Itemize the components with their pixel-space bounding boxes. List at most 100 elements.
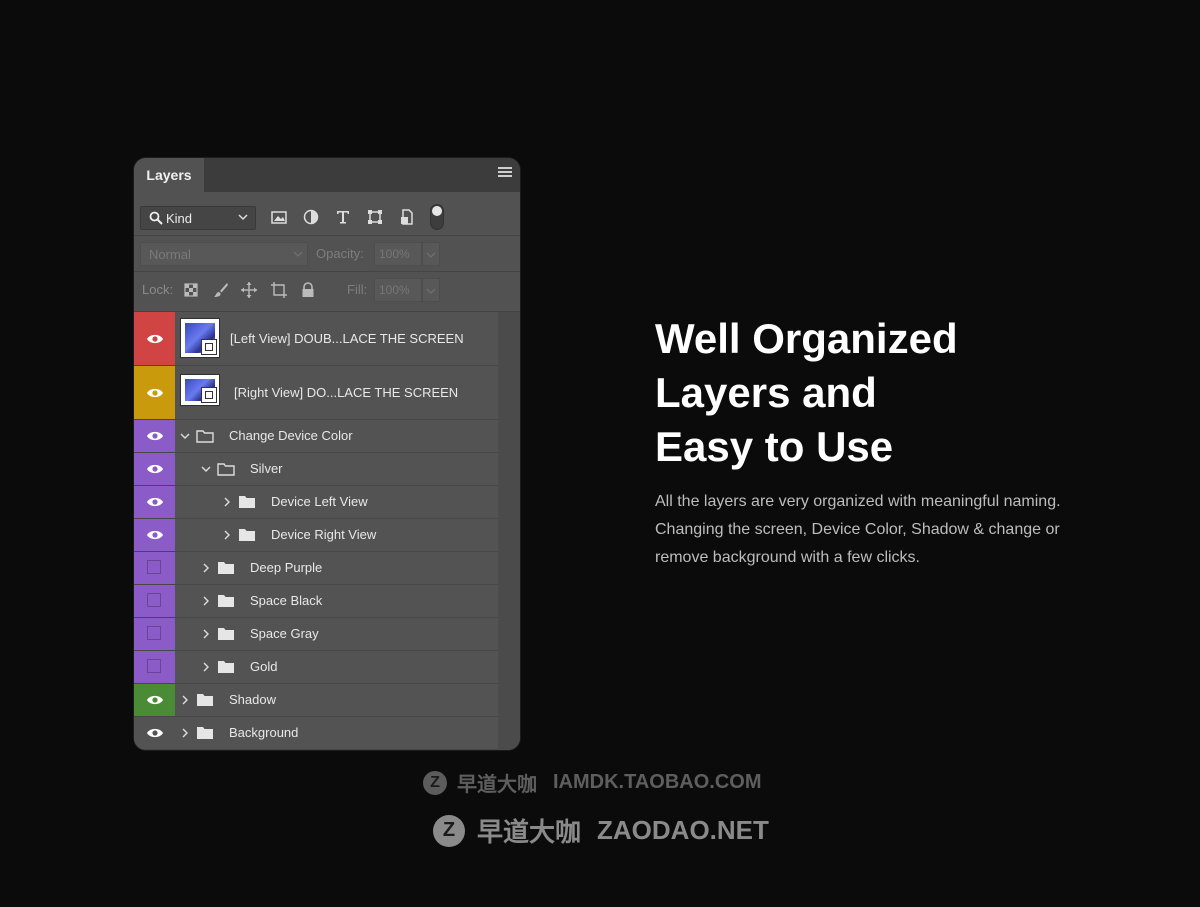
chevron-right-icon[interactable] xyxy=(180,728,190,738)
folder-icon xyxy=(218,628,234,640)
filter-pixel-icon[interactable] xyxy=(270,208,288,226)
visibility-toggle[interactable] xyxy=(134,486,175,518)
visibility-toggle[interactable] xyxy=(134,618,175,650)
layer-row-device-left-view[interactable]: Device Left View xyxy=(134,486,498,519)
watermark-logo-icon: Z xyxy=(423,770,447,795)
layer-name: Space Gray xyxy=(250,626,319,641)
filter-kind-select[interactable]: Kind xyxy=(140,206,256,230)
visibility-toggle[interactable] xyxy=(134,585,175,617)
filter-toggle-switch[interactable] xyxy=(430,204,444,230)
visibility-toggle[interactable] xyxy=(134,717,175,749)
layer-row-background[interactable]: Background xyxy=(134,717,498,750)
lock-all-padlock-icon[interactable] xyxy=(299,281,317,299)
layer-name: Silver xyxy=(250,461,283,476)
chevron-right-icon[interactable] xyxy=(222,497,232,507)
layer-row-shadow[interactable]: Shadow xyxy=(134,684,498,717)
chevron-down-icon[interactable] xyxy=(201,464,211,474)
chevron-down-icon xyxy=(426,288,436,294)
chevron-right-icon[interactable] xyxy=(201,596,211,606)
folder-icon xyxy=(197,694,213,706)
opacity-dropdown[interactable] xyxy=(422,242,440,266)
folder-icon xyxy=(218,562,234,574)
eye-icon xyxy=(147,388,163,397)
watermark-url: IAMDK.TAOBAO.COM xyxy=(553,771,762,793)
watermark-url: ZAODAO.NET xyxy=(597,815,769,845)
layer-row-left-view[interactable]: [Left View] DOUB...LACE THE SCREEN xyxy=(134,312,498,366)
filter-type-icon[interactable] xyxy=(334,208,352,226)
lock-pixels-brush-icon[interactable] xyxy=(212,281,230,299)
visibility-toggle[interactable] xyxy=(134,519,175,551)
visibility-toggle[interactable] xyxy=(134,651,175,683)
eye-icon xyxy=(147,695,163,705)
layer-row-space-gray[interactable]: Space Gray xyxy=(134,618,498,651)
eye-icon xyxy=(147,431,163,441)
layer-name: Device Left View xyxy=(271,494,368,509)
chevron-down-icon xyxy=(426,252,436,258)
layer-row-deep-purple[interactable]: Deep Purple xyxy=(134,552,498,585)
lock-transparent-icon[interactable] xyxy=(182,281,200,299)
layer-name: Background xyxy=(229,725,299,740)
chevron-down-icon xyxy=(238,214,248,221)
smart-object-badge-icon xyxy=(201,387,217,403)
headline-line: Well Organized xyxy=(655,315,958,362)
eye-icon xyxy=(147,530,163,540)
eye-icon xyxy=(147,728,163,738)
visibility-toggle[interactable] xyxy=(134,420,175,452)
visibility-toggle[interactable] xyxy=(134,552,175,584)
eye-icon xyxy=(147,334,163,343)
panel-tab-bar: Layers xyxy=(134,158,520,192)
blend-mode-value: Normal xyxy=(149,246,191,262)
filter-shape-icon[interactable] xyxy=(366,208,384,226)
filter-adjustment-icon[interactable] xyxy=(302,208,320,226)
chevron-right-icon[interactable] xyxy=(222,530,232,540)
watermark-taobao: Z 早道大咖 IAMDK.TAOBAO.COM xyxy=(423,768,762,797)
opacity-input[interactable]: 100% xyxy=(374,242,422,266)
layer-row-space-black[interactable]: Space Black xyxy=(134,585,498,618)
smart-object-badge-icon xyxy=(201,339,217,355)
fill-input[interactable]: 100% xyxy=(374,278,422,302)
watermark-cn-text: 早道大咖 xyxy=(477,817,582,847)
layer-row-change-device-color[interactable]: Change Device Color xyxy=(134,420,498,453)
layer-row-silver[interactable]: Silver xyxy=(134,453,498,486)
blend-mode-select[interactable]: Normal xyxy=(140,242,308,266)
layer-name: [Left View] DOUB...LACE THE SCREEN xyxy=(230,331,464,346)
layer-name: Gold xyxy=(250,659,278,674)
eye-icon xyxy=(147,497,163,507)
hidden-visibility-box xyxy=(147,626,161,640)
visibility-toggle[interactable] xyxy=(134,684,175,716)
chevron-down-icon[interactable] xyxy=(180,431,190,441)
layer-row-gold[interactable]: Gold xyxy=(134,651,498,684)
divider xyxy=(134,235,520,236)
folder-icon xyxy=(218,595,234,607)
layers-panel: Layers Kind Normal Opacity: 100% Lock: F… xyxy=(134,158,520,750)
layer-list-scrollbar[interactable] xyxy=(498,312,520,750)
folder-icon xyxy=(239,496,255,508)
visibility-toggle[interactable] xyxy=(134,453,175,485)
chevron-right-icon[interactable] xyxy=(180,695,190,705)
opacity-label: Opacity: xyxy=(316,246,364,261)
folder-open-icon xyxy=(196,430,214,443)
lock-position-move-icon[interactable] xyxy=(240,281,258,299)
eye-icon xyxy=(147,464,163,474)
chevron-right-icon[interactable] xyxy=(201,563,211,573)
folder-icon xyxy=(239,529,255,541)
layer-row-device-right-view[interactable]: Device Right View xyxy=(134,519,498,552)
chevron-down-icon xyxy=(293,251,303,257)
chevron-right-icon[interactable] xyxy=(201,629,211,639)
hidden-visibility-box xyxy=(147,659,161,673)
filter-smart-object-icon[interactable] xyxy=(398,208,416,226)
visibility-toggle[interactable] xyxy=(134,312,175,365)
fill-dropdown[interactable] xyxy=(422,278,440,302)
chevron-right-icon[interactable] xyxy=(201,662,211,672)
tab-layers[interactable]: Layers xyxy=(134,158,204,192)
layer-row-right-view[interactable]: [Right View] DO...LACE THE SCREEN xyxy=(134,366,498,420)
layer-thumbnail xyxy=(180,374,220,406)
layer-name: Device Right View xyxy=(271,527,377,542)
folder-icon xyxy=(197,727,213,739)
description: All the layers are very organized with m… xyxy=(655,493,1061,566)
lock-artboard-crop-icon[interactable] xyxy=(270,281,288,299)
panel-menu-icon[interactable] xyxy=(498,167,512,179)
folder-open-icon xyxy=(217,463,235,476)
divider xyxy=(134,271,520,272)
visibility-toggle[interactable] xyxy=(134,366,175,419)
